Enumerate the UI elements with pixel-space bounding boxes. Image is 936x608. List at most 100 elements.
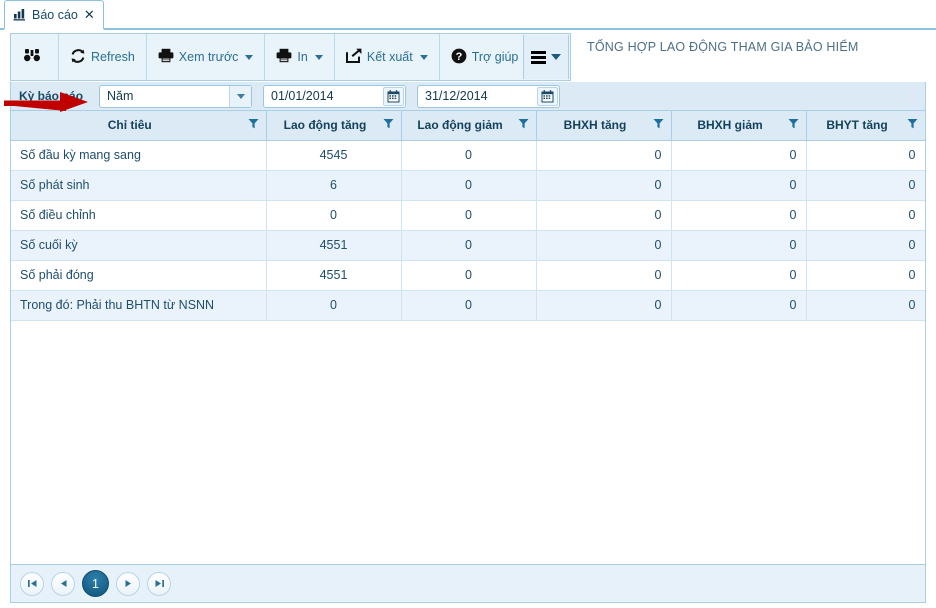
refresh-button[interactable]: Refresh: [59, 34, 147, 80]
table-row[interactable]: Trong đó: Phải thu BHTN từ NSNN 0 0 0 0 0: [11, 290, 925, 321]
period-select-value: Năm: [107, 89, 134, 103]
column-header-label: BHYT tăng: [826, 118, 888, 133]
chevron-down-icon[interactable]: [551, 54, 561, 60]
column-header-0[interactable]: Chỉ tiêu: [11, 111, 267, 141]
print-button-label: In: [297, 50, 308, 64]
calendar-icon[interactable]: [383, 86, 404, 106]
toolbar-region: Refresh Xem trước In Kết xuất ? Trợ giúp…: [10, 33, 926, 83]
table-cell: 0: [401, 140, 537, 171]
table-row[interactable]: Số cuối kỳ 4551 0 0 0 0: [11, 230, 925, 261]
table-cell: Số phải đóng: [11, 260, 267, 291]
table-cell: Trong đó: Phải thu BHTN từ NSNN: [11, 290, 267, 321]
period-select[interactable]: Năm: [99, 84, 252, 108]
table-cell: Số phát sinh: [11, 170, 267, 201]
help-button[interactable]: ? Trợ giúp: [440, 34, 530, 80]
report-title: TỔNG HỢP LAO ĐỘNG THAM GIA BẢO HIỂM: [576, 33, 926, 81]
table-row[interactable]: Số phải đóng 4551 0 0 0 0: [11, 260, 925, 291]
filter-bar: Kỳ báo cáo Năm 01/01/2014 31/12/2014: [10, 82, 926, 110]
table-cell: 0: [401, 290, 537, 321]
export-button[interactable]: Kết xuất: [335, 34, 440, 80]
from-date-value: 01/01/2014: [271, 89, 334, 103]
tab-bao-cao[interactable]: Báo cáo ✕: [4, 0, 104, 30]
filter-funnel-icon[interactable]: [383, 118, 394, 132]
column-header-5[interactable]: BHYT tăng: [806, 111, 925, 141]
column-header-label: Lao động tăng: [283, 118, 367, 133]
export-icon: [345, 48, 362, 66]
data-table: Chỉ tiêu Lao động tăng Lao động giảm BHXH t…: [11, 111, 925, 321]
filter-funnel-icon[interactable]: [907, 118, 918, 132]
filter-funnel-icon[interactable]: [518, 118, 529, 132]
calendar-icon[interactable]: [537, 86, 558, 106]
column-header-4[interactable]: BHXH giảm: [671, 111, 807, 141]
table-cell: 0: [671, 230, 807, 261]
report-window: Báo cáo ✕ Refresh Xem trước In Kết xuất …: [0, 0, 936, 608]
chevron-down-icon[interactable]: [419, 54, 428, 60]
table-cell: 0: [536, 170, 672, 201]
toolbar-overflow-menu-button[interactable]: [523, 35, 569, 79]
table-body: Số đầu kỳ mang sang 4545 0 0 0 0 Số phát sinh 6…: [11, 140, 925, 321]
previous-page-icon[interactable]: [51, 571, 75, 596]
tab-bar: Báo cáo ✕: [0, 0, 936, 30]
filter-funnel-icon[interactable]: [788, 118, 799, 132]
column-header-label: BHXH giảm: [697, 118, 763, 133]
hamburger-icon: [531, 50, 546, 64]
table-row[interactable]: Số phát sinh 6 0 0 0 0: [11, 170, 925, 201]
first-page-icon[interactable]: [20, 571, 44, 596]
print-preview-button-label: Xem trước: [178, 50, 239, 64]
table-cell: 4551: [266, 260, 402, 291]
print-preview-button[interactable]: Xem trước: [147, 34, 266, 80]
table-cell: 0: [401, 230, 537, 261]
table-cell: 0: [536, 140, 672, 171]
to-date-field[interactable]: 31/12/2014: [417, 84, 560, 108]
column-header-1[interactable]: Lao động tăng: [266, 111, 402, 141]
filter-funnel-icon[interactable]: [248, 118, 259, 132]
last-page-icon[interactable]: [147, 571, 171, 596]
column-header-3[interactable]: BHXH tăng: [536, 111, 672, 141]
table-cell: 0: [671, 290, 807, 321]
refresh-button-label: Refresh: [91, 50, 135, 64]
help-icon: ?: [451, 48, 467, 67]
help-button-label: Trợ giúp: [471, 50, 519, 64]
to-date-value: 31/12/2014: [425, 89, 488, 103]
table-cell: 0: [806, 230, 925, 261]
table-cell: 4551: [266, 230, 402, 261]
svg-text:?: ?: [455, 51, 462, 63]
from-date-field[interactable]: 01/01/2014: [263, 84, 406, 108]
table-cell: 0: [671, 170, 807, 201]
table-cell: 0: [266, 290, 402, 321]
table-cell: 0: [806, 260, 925, 291]
period-label: Kỳ báo cáo: [19, 89, 84, 103]
export-button-label: Kết xuất: [366, 50, 413, 64]
toolbar: Refresh Xem trước In Kết xuất ? Trợ giúp: [10, 33, 571, 81]
table-cell: 0: [536, 290, 672, 321]
column-header-label: Lao động giảm: [417, 118, 503, 133]
table-cell: 6: [266, 170, 402, 201]
report-data-grid: Chỉ tiêu Lao động tăng Lao động giảm BHXH t…: [10, 110, 926, 565]
close-icon[interactable]: ✕: [83, 8, 95, 21]
table-cell: 0: [671, 260, 807, 291]
table-cell: 0: [401, 260, 537, 291]
chevron-down-icon[interactable]: [314, 54, 323, 60]
table-header-row: Chỉ tiêu Lao động tăng Lao động giảm BHXH t…: [11, 111, 925, 141]
table-row[interactable]: Số điều chỉnh 0 0 0 0 0: [11, 200, 925, 231]
column-header-2[interactable]: Lao động giảm: [401, 111, 537, 141]
table-row[interactable]: Số đầu kỳ mang sang 4545 0 0 0 0: [11, 140, 925, 171]
next-page-icon[interactable]: [116, 571, 140, 596]
table-cell: 0: [536, 260, 672, 291]
filter-funnel-icon[interactable]: [653, 118, 664, 132]
column-header-label: BHXH tăng: [563, 118, 627, 133]
table-cell: Số cuối kỳ: [11, 230, 267, 261]
chevron-down-icon[interactable]: [229, 85, 251, 107]
print-button[interactable]: In: [265, 34, 335, 80]
table-cell: 0: [806, 140, 925, 171]
table-cell: 0: [266, 200, 402, 231]
table-cell: 0: [401, 170, 537, 201]
chevron-down-icon[interactable]: [245, 54, 254, 60]
table-cell: 0: [671, 200, 807, 231]
search-button[interactable]: [11, 34, 59, 80]
bar-chart-icon: [13, 8, 27, 21]
page-number-1[interactable]: 1: [82, 570, 109, 597]
table-cell: 4545: [266, 140, 402, 171]
printer-icon: [276, 48, 292, 66]
table-cell: Số điều chỉnh: [11, 200, 267, 231]
